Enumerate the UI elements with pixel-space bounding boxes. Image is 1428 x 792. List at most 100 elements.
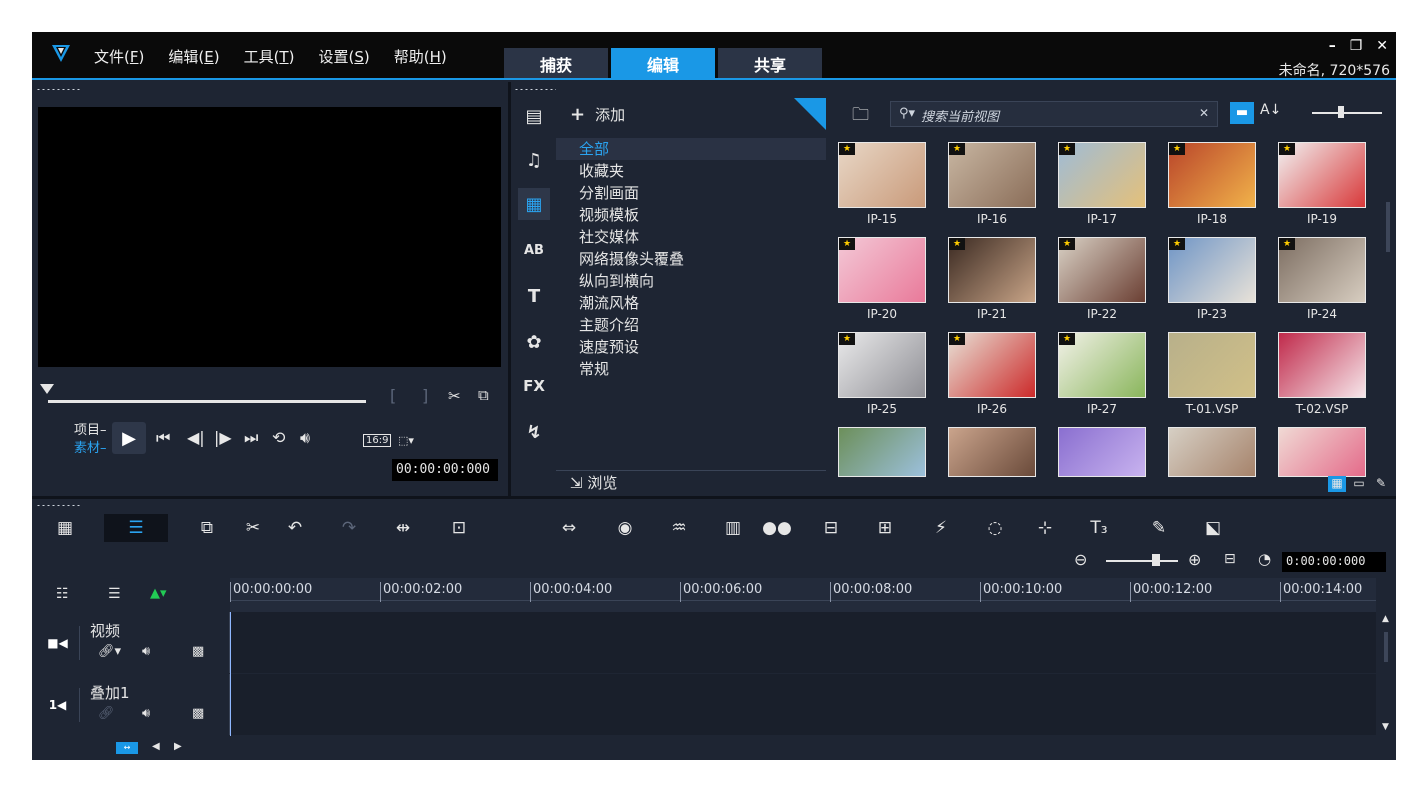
zoom-knob[interactable] bbox=[1152, 554, 1160, 566]
motion-tracking-icon[interactable]: ⚡ bbox=[926, 514, 956, 542]
template-thumbnail[interactable] bbox=[1270, 421, 1378, 514]
menu-help[interactable]: 帮助(H) bbox=[394, 46, 447, 67]
scrubber-knob[interactable] bbox=[40, 384, 54, 394]
record-icon[interactable]: ◉ bbox=[610, 514, 640, 542]
scissors-icon[interactable]: ✂ bbox=[448, 387, 461, 405]
clip-mode-label[interactable]: 素材– bbox=[74, 440, 107, 458]
mark-in-icon[interactable]: [ bbox=[390, 386, 396, 405]
next-frame-icon[interactable]: |▶ bbox=[214, 428, 232, 447]
project-length-icon[interactable]: ↔ bbox=[116, 742, 138, 754]
tab-share[interactable]: 共享 bbox=[718, 48, 822, 80]
template-thumbnail[interactable]: ★ IP-18 bbox=[1160, 136, 1268, 229]
video-camera-icon[interactable]: ■◀ bbox=[36, 626, 80, 660]
add-button[interactable]: + 添加 bbox=[556, 96, 826, 132]
scroll-thumb[interactable] bbox=[1384, 632, 1388, 662]
previous-frame-icon[interactable]: ◀| bbox=[187, 428, 205, 447]
track-manager-icon[interactable]: ⧉ bbox=[192, 514, 222, 542]
template-thumbnail[interactable]: T-01.VSP bbox=[1160, 326, 1268, 419]
fx-filter-icon[interactable]: FX bbox=[518, 370, 550, 402]
template-thumbnail[interactable] bbox=[1050, 421, 1158, 514]
thumbnail-size-knob[interactable] bbox=[1338, 106, 1344, 118]
tools-icon[interactable]: ✂ bbox=[238, 514, 268, 542]
overlay-track-icon[interactable]: 1◀ bbox=[36, 688, 80, 722]
panel-divider[interactable] bbox=[508, 82, 511, 496]
split-screen-icon[interactable]: ⊞ bbox=[870, 514, 900, 542]
go-to-end-icon[interactable]: ⏭ bbox=[244, 428, 258, 448]
edit-icon[interactable]: ✎ bbox=[1372, 476, 1390, 492]
repeat-icon[interactable]: ⟲ bbox=[272, 428, 285, 447]
ripple-icon[interactable]: ▩ bbox=[192, 706, 204, 721]
project-mode-label[interactable]: 项目– bbox=[74, 422, 107, 440]
timeline-timecode[interactable]: 0:00:00:000 bbox=[1282, 552, 1386, 572]
zoom-in-icon[interactable]: ⊕ bbox=[1188, 550, 1201, 569]
crop-select-icon[interactable]: ⬚▾ bbox=[398, 434, 414, 447]
minimize-icon[interactable]: – bbox=[1329, 38, 1336, 54]
template-thumbnail[interactable]: ★ IP-20 bbox=[830, 231, 938, 324]
title-icon[interactable]: T bbox=[518, 280, 550, 312]
tab-edit[interactable]: 编辑 bbox=[611, 48, 715, 80]
sort-icon[interactable]: A↓ bbox=[1260, 102, 1281, 118]
template-thumbnail[interactable]: ★ IP-27 bbox=[1050, 326, 1158, 419]
template-thumbnail[interactable]: ★ IP-22 bbox=[1050, 231, 1158, 324]
template-thumbnail[interactable]: ★ IP-26 bbox=[940, 326, 1048, 419]
template-thumbnail[interactable]: ★ IP-23 bbox=[1160, 231, 1268, 324]
link-icon[interactable]: 🔗︎ bbox=[98, 706, 115, 721]
template-thumbnail[interactable]: T-02.VSP bbox=[1270, 326, 1378, 419]
3d-title-icon[interactable]: T₃ bbox=[1084, 514, 1114, 542]
color-grading-icon[interactable]: ✎ bbox=[1144, 514, 1174, 542]
scroll-left-icon[interactable]: ◀ bbox=[152, 741, 160, 752]
template-thumbnail[interactable] bbox=[1160, 421, 1268, 514]
media-icon[interactable]: ▤ bbox=[518, 100, 550, 132]
mask-icon[interactable]: ◌ bbox=[980, 514, 1010, 542]
category-item[interactable]: 速度预设 bbox=[556, 336, 826, 358]
undo-icon[interactable]: ↶ bbox=[280, 514, 310, 542]
timeline-vertical-scrollbar[interactable]: ▲ ▼ bbox=[1376, 612, 1396, 736]
aspect-ratio-button[interactable]: 16:9 bbox=[363, 434, 392, 447]
track-volume-icon[interactable]: 🔊︎ bbox=[142, 706, 150, 721]
panel-layout-icon[interactable]: ▭ bbox=[1350, 476, 1368, 492]
scroll-right-icon[interactable]: ▶ bbox=[174, 741, 182, 752]
track-list-icon[interactable]: ☷ bbox=[56, 586, 69, 602]
storyboard-view-icon[interactable]: ▦ bbox=[50, 514, 80, 542]
track-body[interactable] bbox=[230, 674, 1376, 735]
scroll-up-icon[interactable]: ▲ bbox=[1382, 614, 1389, 624]
gallery-scrollbar[interactable] bbox=[1386, 202, 1390, 252]
panel-grip[interactable] bbox=[36, 88, 80, 91]
category-item[interactable]: 纵向到横向 bbox=[556, 270, 826, 292]
panel-grip[interactable] bbox=[514, 88, 558, 91]
category-item[interactable]: 分割画面 bbox=[556, 182, 826, 204]
browse-button[interactable]: ⇲ 浏览 bbox=[556, 470, 826, 496]
volume-icon[interactable]: 🔊︎ bbox=[300, 428, 310, 448]
category-item[interactable]: 主题介绍 bbox=[556, 314, 826, 336]
template-thumbnail[interactable]: ★ IP-21 bbox=[940, 231, 1048, 324]
zoom-out-icon[interactable]: ⊖ bbox=[1074, 550, 1087, 569]
category-item[interactable]: 全部 bbox=[556, 138, 826, 160]
scrubber-bar[interactable] bbox=[48, 400, 366, 403]
timeline-ruler[interactable]: 00:00:00:00 00:00:02:00 00:00:04:00 00:00:0… bbox=[230, 578, 1376, 612]
close-icon[interactable]: ✕ bbox=[1376, 38, 1388, 54]
template-thumbnail[interactable]: ★ IP-25 bbox=[830, 326, 938, 419]
search-input[interactable]: ⚲▾ 搜索当前视图 ✕ bbox=[890, 101, 1218, 127]
chapter-marker-icon[interactable]: ▲▾ bbox=[150, 586, 167, 601]
audio-icon[interactable]: ♫ bbox=[518, 144, 550, 176]
menu-settings[interactable]: 设置(S) bbox=[318, 46, 369, 67]
multicam-icon[interactable]: ▥ bbox=[718, 514, 748, 542]
template-thumbnail[interactable]: ★ IP-19 bbox=[1270, 136, 1378, 229]
audio-wave-icon[interactable]: ♒ bbox=[664, 514, 694, 542]
template-thumbnail[interactable] bbox=[830, 421, 938, 514]
go-to-start-icon[interactable]: ⏮ bbox=[156, 428, 170, 448]
template-thumbnail[interactable] bbox=[940, 421, 1048, 514]
fit-project-icon[interactable]: ⊟ bbox=[1224, 551, 1236, 567]
pin-icon[interactable] bbox=[794, 98, 826, 130]
track-volume-icon[interactable]: 🔊︎ bbox=[142, 644, 150, 659]
scroll-down-icon[interactable]: ▼ bbox=[1382, 722, 1389, 732]
ripple-icon[interactable]: ▩ bbox=[192, 644, 204, 659]
category-item[interactable]: 社交媒体 bbox=[556, 226, 826, 248]
graphic-icon[interactable]: ✿ bbox=[518, 326, 550, 358]
track-body[interactable] bbox=[230, 612, 1376, 673]
mark-out-icon[interactable]: ] bbox=[422, 386, 428, 405]
timeline-view-icon[interactable]: ☰ bbox=[104, 514, 168, 542]
menu-tools[interactable]: 工具(T) bbox=[244, 46, 295, 67]
tab-capture[interactable]: 捕获 bbox=[504, 48, 608, 80]
category-item[interactable]: 收藏夹 bbox=[556, 160, 826, 182]
